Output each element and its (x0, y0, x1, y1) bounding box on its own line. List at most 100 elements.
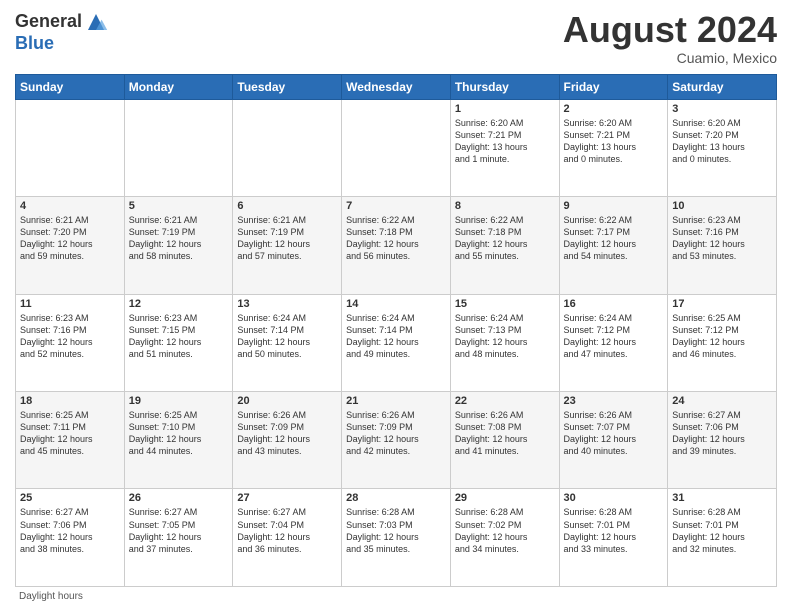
day-number: 7 (346, 200, 446, 212)
day-info: Sunrise: 6:21 AMSunset: 7:19 PMDaylight:… (129, 214, 229, 263)
day-number: 3 (672, 103, 772, 115)
day-info: Sunrise: 6:23 AMSunset: 7:16 PMDaylight:… (672, 214, 772, 263)
day-info: Sunrise: 6:21 AMSunset: 7:19 PMDaylight:… (237, 214, 337, 263)
calendar-cell: 25Sunrise: 6:27 AMSunset: 7:06 PMDayligh… (16, 489, 125, 587)
logo-icon (84, 10, 108, 34)
calendar-cell: 7 Sunrise: 6:22 AMSunset: 7:18 PMDaylight… (342, 197, 451, 294)
day-number: 10 (672, 200, 772, 212)
day-info: Sunrise: 6:27 AMSunset: 7:04 PMDaylight:… (237, 506, 337, 555)
calendar-week-row: 25Sunrise: 6:27 AMSunset: 7:06 PMDayligh… (16, 489, 777, 587)
day-info: Sunrise: 6:27 AMSunset: 7:05 PMDaylight:… (129, 506, 229, 555)
logo-blue: Blue (15, 34, 108, 54)
calendar-cell (342, 99, 451, 196)
calendar-cell: 22 Sunrise: 6:26 AMSunset: 7:08 PMDayligh… (450, 392, 559, 489)
day-number: 5 (129, 200, 229, 212)
calendar-cell (16, 99, 125, 196)
calendar-cell: 10 Sunrise: 6:23 AMSunset: 7:16 PMDayligh… (668, 197, 777, 294)
day-info: Sunrise: 6:26 AMSunset: 7:09 PMDaylight:… (237, 409, 337, 458)
calendar-cell: 24Sunrise: 6:27 AMSunset: 7:06 PMDayligh… (668, 392, 777, 489)
day-number: 18 (20, 395, 120, 407)
logo: General Blue (15, 10, 108, 54)
calendar-week-row: 4Sunrise: 6:21 AMSunset: 7:20 PMDaylight… (16, 197, 777, 294)
page: General Blue August 2024 Cuamio, Mexico … (0, 0, 792, 612)
calendar-cell: 31 Sunrise: 6:28 AMSunset: 7:01 PMDayligh… (668, 489, 777, 587)
calendar-day-header: Saturday (668, 74, 777, 99)
calendar-table: SundayMondayTuesdayWednesdayThursdayFrid… (15, 74, 777, 587)
day-number: 11 (20, 298, 120, 310)
calendar-cell: 23 Sunrise: 6:26 AMSunset: 7:07 PMDayligh… (559, 392, 668, 489)
day-number: 26 (129, 492, 229, 504)
day-number: 23 (564, 395, 664, 407)
day-number: 2 (564, 103, 664, 115)
day-number: 15 (455, 298, 555, 310)
day-number: 12 (129, 298, 229, 310)
day-number: 25 (20, 492, 120, 504)
calendar-cell: 14 Sunrise: 6:24 AMSunset: 7:14 PMDayligh… (342, 294, 451, 391)
day-number: 1 (455, 103, 555, 115)
calendar-cell: 29Sunrise: 6:28 AMSunset: 7:02 PMDayligh… (450, 489, 559, 587)
calendar-cell: 27 Sunrise: 6:27 AMSunset: 7:04 PMDayligh… (233, 489, 342, 587)
calendar-day-header: Wednesday (342, 74, 451, 99)
calendar-cell: 18Sunrise: 6:25 AMSunset: 7:11 PMDayligh… (16, 392, 125, 489)
calendar-cell: 6Sunrise: 6:21 AMSunset: 7:19 PMDaylight… (233, 197, 342, 294)
calendar-week-row: 11Sunrise: 6:23 AMSunset: 7:16 PMDayligh… (16, 294, 777, 391)
calendar-week-row: 18Sunrise: 6:25 AMSunset: 7:11 PMDayligh… (16, 392, 777, 489)
day-number: 9 (564, 200, 664, 212)
calendar-cell: 12 Sunrise: 6:23 AMSunset: 7:15 PMDayligh… (124, 294, 233, 391)
header: General Blue August 2024 Cuamio, Mexico (15, 10, 777, 66)
day-number: 30 (564, 492, 664, 504)
footer-note: Daylight hours (15, 591, 777, 602)
calendar-cell: 30 Sunrise: 6:28 AMSunset: 7:01 PMDayligh… (559, 489, 668, 587)
calendar-cell: 20 Sunrise: 6:26 AMSunset: 7:09 PMDayligh… (233, 392, 342, 489)
day-info: Sunrise: 6:24 AMSunset: 7:13 PMDaylight:… (455, 312, 555, 361)
day-number: 20 (237, 395, 337, 407)
logo-text: General Blue (15, 10, 108, 54)
day-number: 21 (346, 395, 446, 407)
location: Cuamio, Mexico (563, 50, 777, 66)
calendar-header-row: SundayMondayTuesdayWednesdayThursdayFrid… (16, 74, 777, 99)
day-info: Sunrise: 6:26 AMSunset: 7:09 PMDaylight:… (346, 409, 446, 458)
day-info: Sunrise: 6:22 AMSunset: 7:18 PMDaylight:… (346, 214, 446, 263)
day-info: Sunrise: 6:28 AMSunset: 7:02 PMDaylight:… (455, 506, 555, 555)
day-info: Sunrise: 6:24 AMSunset: 7:14 PMDaylight:… (237, 312, 337, 361)
day-info: Sunrise: 6:28 AMSunset: 7:01 PMDaylight:… (672, 506, 772, 555)
day-info: Sunrise: 6:22 AMSunset: 7:17 PMDaylight:… (564, 214, 664, 263)
day-info: Sunrise: 6:24 AMSunset: 7:14 PMDaylight:… (346, 312, 446, 361)
logo-general: General (15, 12, 82, 32)
day-number: 14 (346, 298, 446, 310)
calendar-cell: 4Sunrise: 6:21 AMSunset: 7:20 PMDaylight… (16, 197, 125, 294)
day-info: Sunrise: 6:25 AMSunset: 7:12 PMDaylight:… (672, 312, 772, 361)
calendar-day-header: Monday (124, 74, 233, 99)
day-number: 27 (237, 492, 337, 504)
calendar-cell: 19Sunrise: 6:25 AMSunset: 7:10 PMDayligh… (124, 392, 233, 489)
day-info: Sunrise: 6:20 AMSunset: 7:21 PMDaylight:… (564, 117, 664, 166)
calendar-day-header: Sunday (16, 74, 125, 99)
calendar-day-header: Friday (559, 74, 668, 99)
day-number: 16 (564, 298, 664, 310)
day-number: 22 (455, 395, 555, 407)
calendar-week-row: 1 Sunrise: 6:20 AMSunset: 7:21 PMDaylight… (16, 99, 777, 196)
day-number: 31 (672, 492, 772, 504)
day-info: Sunrise: 6:28 AMSunset: 7:03 PMDaylight:… (346, 506, 446, 555)
calendar-cell: 11Sunrise: 6:23 AMSunset: 7:16 PMDayligh… (16, 294, 125, 391)
calendar-day-header: Tuesday (233, 74, 342, 99)
calendar-cell: 21 Sunrise: 6:26 AMSunset: 7:09 PMDayligh… (342, 392, 451, 489)
month-year: August 2024 (563, 10, 777, 50)
day-info: Sunrise: 6:28 AMSunset: 7:01 PMDaylight:… (564, 506, 664, 555)
day-info: Sunrise: 6:26 AMSunset: 7:07 PMDaylight:… (564, 409, 664, 458)
day-info: Sunrise: 6:27 AMSunset: 7:06 PMDaylight:… (672, 409, 772, 458)
day-number: 4 (20, 200, 120, 212)
calendar-cell: 13Sunrise: 6:24 AMSunset: 7:14 PMDayligh… (233, 294, 342, 391)
calendar-cell (233, 99, 342, 196)
calendar-cell: 2 Sunrise: 6:20 AMSunset: 7:21 PMDaylight… (559, 99, 668, 196)
day-info: Sunrise: 6:20 AMSunset: 7:20 PMDaylight:… (672, 117, 772, 166)
calendar-day-header: Thursday (450, 74, 559, 99)
day-info: Sunrise: 6:23 AMSunset: 7:15 PMDaylight:… (129, 312, 229, 361)
day-number: 19 (129, 395, 229, 407)
calendar-cell: 1Sunrise: 6:20 AMSunset: 7:21 PMDaylight… (450, 99, 559, 196)
day-info: Sunrise: 6:26 AMSunset: 7:08 PMDaylight:… (455, 409, 555, 458)
calendar-cell: 28Sunrise: 6:28 AMSunset: 7:03 PMDayligh… (342, 489, 451, 587)
calendar-cell: 5 Sunrise: 6:21 AMSunset: 7:19 PMDaylight… (124, 197, 233, 294)
calendar-cell: 17Sunrise: 6:25 AMSunset: 7:12 PMDayligh… (668, 294, 777, 391)
calendar-cell: 3 Sunrise: 6:20 AMSunset: 7:20 PMDaylight… (668, 99, 777, 196)
